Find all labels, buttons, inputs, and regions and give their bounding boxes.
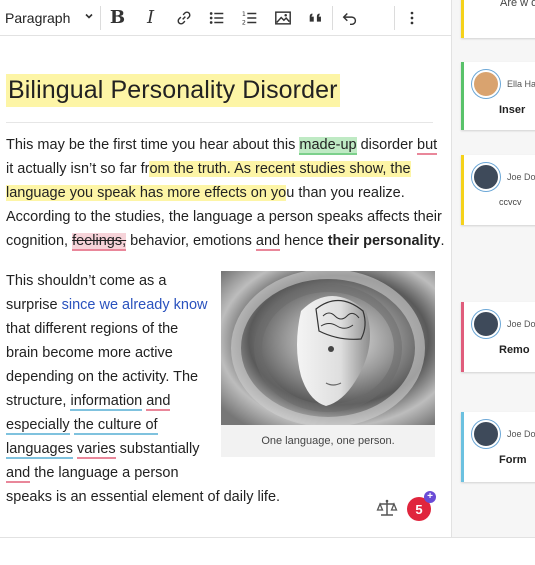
bulleted-list-button[interactable] bbox=[200, 0, 233, 35]
avatar bbox=[472, 420, 500, 448]
link-button[interactable] bbox=[167, 0, 200, 35]
figure-caption[interactable]: One language, one person. bbox=[221, 425, 435, 457]
chevron-down-icon bbox=[84, 11, 94, 24]
grammar-issue[interactable]: and bbox=[6, 465, 31, 483]
grammar-issue[interactable]: and bbox=[146, 393, 171, 411]
grammar-issue[interactable]: varies bbox=[76, 441, 116, 459]
link-icon bbox=[177, 11, 190, 24]
comment-author: Ella Ha bbox=[507, 79, 535, 89]
undo-icon bbox=[342, 12, 356, 25]
editor-content[interactable]: Bilingual Personality Disorder This may … bbox=[0, 36, 451, 537]
suggestion-card[interactable]: Joe Do Remo bbox=[461, 302, 535, 372]
comment-author: Joe Do bbox=[507, 319, 535, 329]
block-format-label: Paragraph bbox=[5, 9, 71, 26]
italic-button[interactable]: I bbox=[134, 0, 167, 35]
editor-toolbar: Paragraph B I 12 bbox=[0, 0, 451, 36]
bulleted-list-icon bbox=[209, 11, 223, 24]
style-issue[interactable]: information bbox=[70, 393, 143, 411]
suggestion-insert[interactable]: made-up bbox=[299, 137, 357, 155]
hyperlink[interactable]: since we already know bbox=[62, 297, 208, 313]
comment-author: Joe Do bbox=[507, 429, 535, 439]
svg-text:2: 2 bbox=[241, 19, 245, 26]
more-options-button[interactable] bbox=[395, 0, 428, 35]
suggestion-delete[interactable]: feelings, bbox=[72, 233, 127, 251]
comment-text: ccvcv bbox=[499, 197, 522, 207]
spelling-issue[interactable]: but bbox=[417, 137, 438, 155]
suggestion-card[interactable]: Ella Ha Inser bbox=[461, 62, 535, 130]
suggestion-card[interactable]: Joe Do Form bbox=[461, 412, 535, 482]
editor-bottom-border bbox=[0, 537, 535, 538]
comment-text: Inser bbox=[499, 104, 526, 116]
numbered-list-icon: 12 bbox=[241, 11, 256, 26]
brain-mannequin-image bbox=[221, 271, 435, 425]
blockquote-icon bbox=[309, 13, 321, 22]
avatar bbox=[472, 70, 500, 98]
comment-text: Are w disor bbox=[500, 0, 535, 9]
bold-button[interactable]: B bbox=[101, 0, 134, 35]
bold-text: their personality bbox=[327, 233, 441, 249]
plus-icon[interactable]: + bbox=[424, 491, 436, 503]
grammar-issue[interactable]: and bbox=[255, 233, 281, 251]
insert-image-button[interactable] bbox=[266, 0, 299, 35]
image-icon bbox=[274, 10, 291, 25]
scale-icon[interactable] bbox=[376, 497, 398, 519]
more-vertical-icon bbox=[410, 11, 413, 24]
avatar bbox=[472, 163, 500, 191]
paragraph-with-figure: One language, one person. This shouldn’t… bbox=[6, 269, 445, 509]
numbered-list-button[interactable]: 12 bbox=[233, 0, 266, 35]
comment-text: Remo bbox=[499, 344, 530, 356]
italic-icon: I bbox=[146, 7, 155, 28]
image-figure[interactable]: One language, one person. bbox=[221, 271, 435, 457]
comment-card[interactable]: Are w disor bbox=[461, 0, 535, 38]
undo-button[interactable] bbox=[333, 0, 366, 35]
comment-card[interactable]: Joe Do ccvcv bbox=[461, 155, 535, 225]
avatar bbox=[472, 310, 500, 338]
comment-text: Form bbox=[499, 454, 527, 466]
svg-text:1: 1 bbox=[241, 11, 245, 18]
document-title[interactable]: Bilingual Personality Disorder bbox=[6, 74, 340, 107]
comment-author: Joe Do bbox=[507, 172, 535, 182]
style-issue[interactable]: especially bbox=[6, 417, 70, 435]
title-divider bbox=[6, 122, 433, 123]
blockquote-button[interactable] bbox=[299, 0, 332, 35]
block-format-dropdown[interactable]: Paragraph bbox=[0, 0, 100, 35]
comments-sidebar: Are w disor Ella Ha Inser Joe Do ccvcv J… bbox=[451, 0, 535, 537]
bold-icon: B bbox=[109, 7, 126, 28]
paragraph-1[interactable]: This may be the first time you hear abou… bbox=[6, 133, 445, 253]
